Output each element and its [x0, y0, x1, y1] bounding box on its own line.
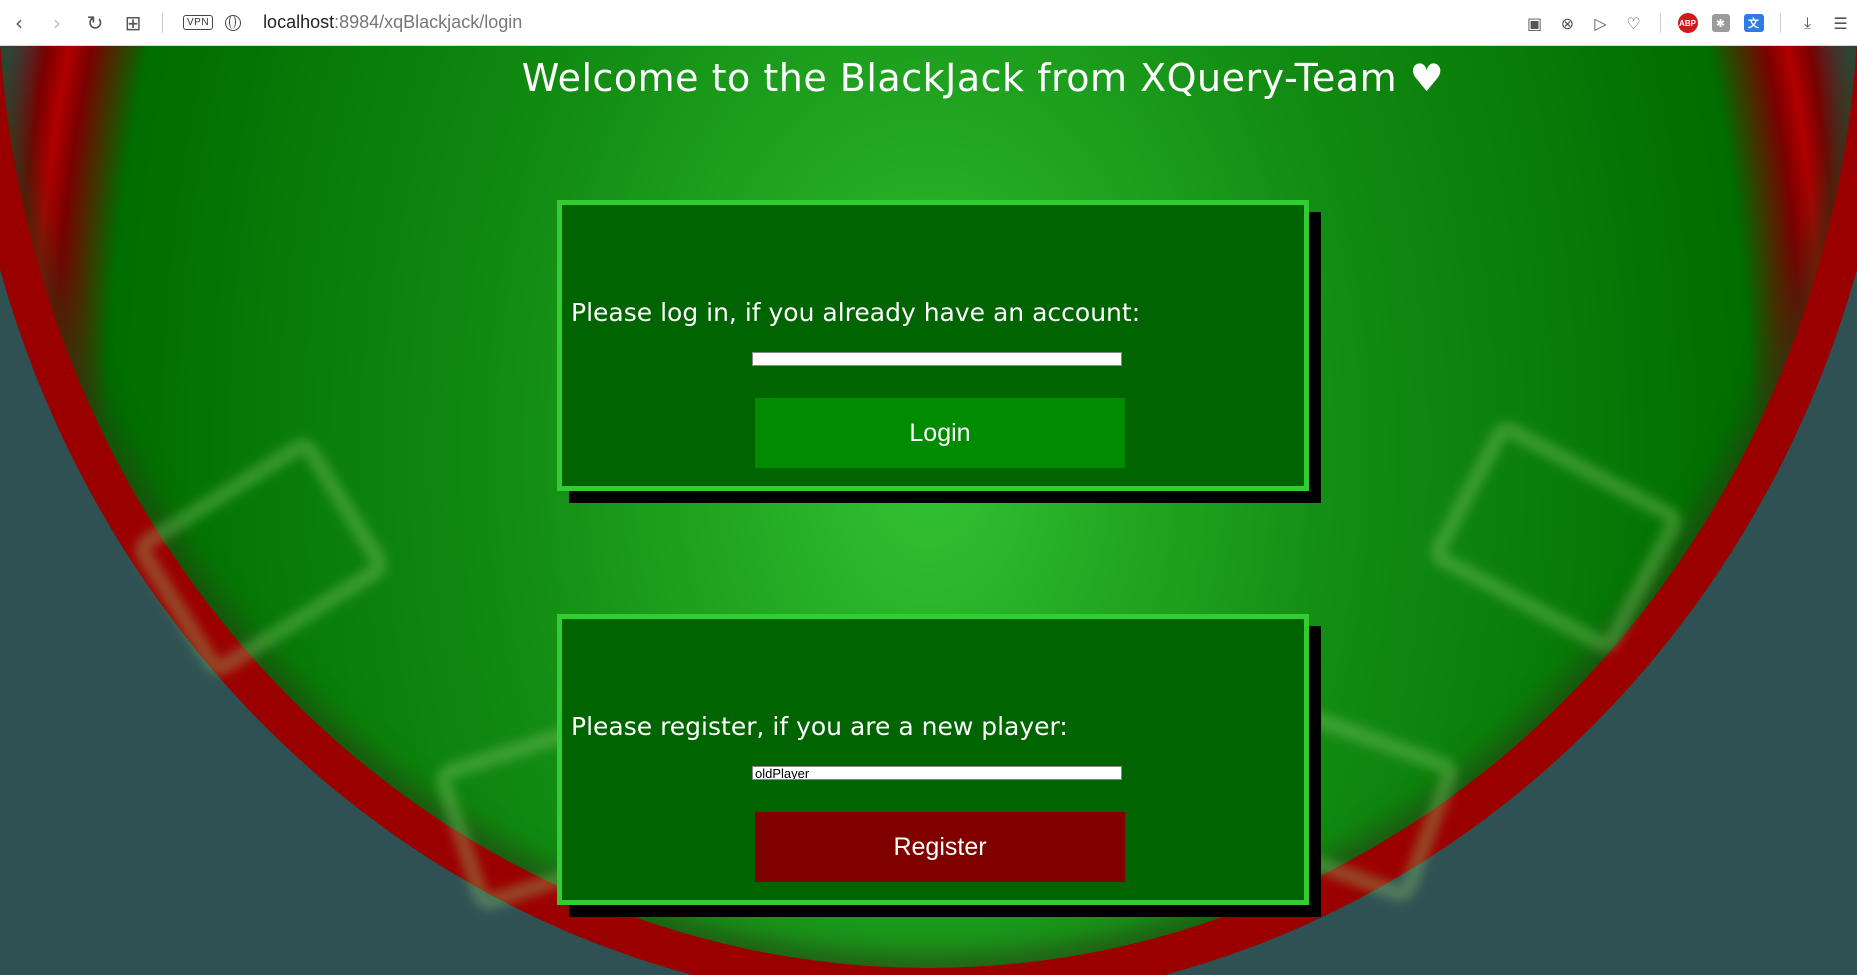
- adblock-extension-icon[interactable]: ABP: [1671, 0, 1704, 46]
- forward-icon[interactable]: ›: [38, 0, 76, 46]
- page-title: Welcome to the BlackJack from XQuery-Tea…: [521, 56, 1445, 100]
- close-circle-icon[interactable]: ⊗: [1551, 0, 1584, 46]
- register-username-input[interactable]: [752, 766, 1122, 780]
- browser-extensions: ▣ ⊗ ▷ ♡ ABP ✱ 文 ⤓ ☰: [1518, 0, 1857, 46]
- translate-icon[interactable]: 文: [1737, 0, 1770, 46]
- camera-icon[interactable]: ▣: [1518, 0, 1551, 46]
- download-icon[interactable]: ⤓: [1791, 0, 1824, 46]
- address-bar[interactable]: localhost:8984/xqBlackjack/login: [263, 12, 522, 33]
- register-prompt: Please register, if you are a new player…: [571, 712, 1068, 741]
- toolbar-divider: [1660, 13, 1661, 33]
- url-host: localhost: [263, 12, 335, 32]
- url-path: :8984/xqBlackjack/login: [334, 12, 523, 32]
- login-prompt: Please log in, if you already have an ac…: [571, 298, 1141, 327]
- heart-icon[interactable]: ♡: [1617, 0, 1650, 46]
- toolbar-divider: [1780, 13, 1781, 33]
- tabs-grid-icon[interactable]: ⊞: [114, 0, 152, 46]
- login-username-input[interactable]: [752, 352, 1122, 366]
- toolbar-divider: [162, 12, 163, 33]
- login-panel: Please log in, if you already have an ac…: [557, 200, 1309, 491]
- send-icon[interactable]: ▷: [1584, 0, 1617, 46]
- settings-sliders-icon[interactable]: ☰: [1824, 0, 1857, 46]
- globe-icon[interactable]: [225, 14, 242, 31]
- browser-toolbar: ‹ › ↻ ⊞ VPN localhost:8984/xqBlackjack/l…: [0, 0, 1857, 46]
- vpn-badge[interactable]: VPN: [183, 15, 214, 30]
- login-button[interactable]: Login: [755, 398, 1125, 468]
- register-panel: Please register, if you are a new player…: [557, 614, 1309, 905]
- adblock-badge: ABP: [1677, 13, 1698, 33]
- back-icon[interactable]: ‹: [0, 0, 38, 46]
- reload-icon[interactable]: ↻: [76, 0, 114, 46]
- extension-gray-icon[interactable]: ✱: [1704, 0, 1737, 46]
- register-button[interactable]: Register: [755, 812, 1125, 882]
